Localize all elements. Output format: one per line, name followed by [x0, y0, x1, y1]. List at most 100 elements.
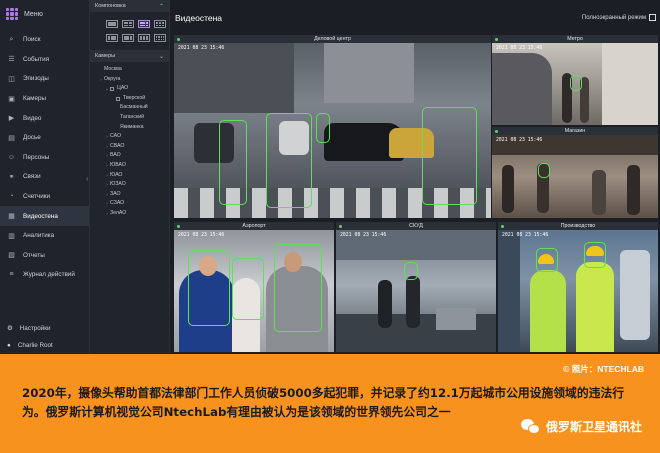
sidebar-item-camera[interactable]: ▣ Камеры — [0, 89, 89, 109]
camera-feed — [336, 230, 496, 352]
menu-label: Меню — [24, 10, 43, 18]
tree-checkbox[interactable] — [116, 96, 120, 101]
sidebar-item-dossier[interactable]: ▤ Досье — [0, 128, 89, 148]
tile-title: СКУД — [336, 222, 496, 230]
sidebar-item-analytics[interactable]: ▥ Аналитика — [0, 226, 89, 246]
camera-tile-production[interactable]: Производство 2021 08 23 15:46 — [498, 222, 658, 352]
detection-box — [422, 107, 477, 205]
sidebar-item-label: Журнал действий — [23, 271, 75, 279]
camera-tree-item[interactable]: › СЗАО — [90, 199, 169, 209]
online-status-dot — [495, 129, 498, 133]
camera-tree-item[interactable]: Москва — [90, 65, 169, 75]
sidebar-item-search[interactable]: ⌕ Поиск — [0, 30, 89, 50]
camera-feed — [498, 230, 658, 352]
user-icon: ● — [7, 342, 11, 349]
sidebar-item-links[interactable]: ⚭ Связи — [0, 167, 89, 187]
collapse-sidebar-icon[interactable]: ‹ — [86, 176, 88, 183]
layout-3x3-button[interactable] — [154, 20, 166, 28]
tile-timestamp: 2021 08 23 15:46 — [496, 46, 543, 51]
detection-box — [316, 113, 330, 143]
fullscreen-label: Полноэкранный режим — [581, 14, 646, 21]
camera-tree-label: ВАО — [110, 152, 121, 159]
layout-side-right-button[interactable] — [122, 34, 134, 42]
counters-icon: ◔ — [9, 193, 14, 201]
sidebar-item-events[interactable]: ☰ События — [0, 50, 89, 70]
camera-tree-item[interactable]: › СВАО — [90, 142, 169, 152]
layout-side-button[interactable] — [106, 34, 118, 42]
camera-tree-item[interactable]: › ВАО — [90, 151, 169, 161]
sidebar-item-episodes[interactable]: ◫ Эпизоды — [0, 69, 89, 89]
sidebar-item-label: Поиск — [23, 36, 41, 44]
camera-tree-item[interactable]: › ЮАО — [90, 171, 169, 181]
tree-checkbox[interactable] — [110, 86, 114, 91]
camera-tree-item[interactable]: › САО — [90, 132, 169, 142]
camera-tree-item[interactable]: Якиманка — [90, 123, 169, 133]
tile-title: Производство — [498, 222, 658, 230]
chevron-up-icon: ⌃ — [158, 3, 164, 10]
camera-tree-item[interactable]: › ЮВАО — [90, 161, 169, 171]
camera-icon: ▣ — [8, 95, 15, 103]
detection-box — [570, 75, 582, 91]
sidebar-item-video[interactable]: ▶ Видео — [0, 108, 89, 128]
camera-tile-metro[interactable]: Метро 2021 08 23 15:46 — [492, 35, 658, 125]
camera-tile-shop[interactable]: Магазин 2021 08 23 15:46 — [492, 127, 658, 218]
sidebar-item-label: Камеры — [23, 95, 47, 103]
sidebar-item-label: Видеостена — [23, 212, 58, 220]
video-wall: Видеостена Полноэкранный режим Деловой ц… — [171, 0, 660, 354]
menu-button[interactable]: Меню — [0, 0, 89, 30]
sidebar-item-videowall[interactable]: ▦ Видеостена — [0, 206, 89, 226]
sidebar-item-log[interactable]: ≡ Журнал действий — [0, 265, 89, 285]
camera-tree-item[interactable]: Басманный — [90, 103, 169, 113]
camera-tree-item[interactable]: › ЗАО — [90, 190, 169, 200]
layout-4x4-button[interactable] — [154, 34, 166, 42]
camera-tree-item[interactable]: › ЗелАО — [90, 209, 169, 219]
detection-box — [219, 120, 247, 205]
sidebar-item-persons[interactable]: ☺ Персоны — [0, 148, 89, 168]
camera-tree-label: ЮВАО — [110, 161, 126, 168]
camera-tree-label: ЗАО — [110, 190, 121, 197]
chevron-down-icon: ⌄ — [158, 53, 164, 60]
camera-tile-airport[interactable]: Аэропорт 2021 08 23 15:46 — [174, 222, 334, 352]
chat-bubbles-icon — [520, 418, 541, 435]
camera-tile-business-center[interactable]: Деловой центр 2021 08 23 15:46 — [174, 35, 491, 218]
layout-1x1-button[interactable] — [106, 20, 118, 28]
layout-strip-button[interactable] — [138, 34, 150, 42]
detection-box — [274, 244, 322, 332]
camera-tree-label: САО — [110, 133, 122, 140]
camera-tree: Москва › Округа ⌄ ЦАО Тверской Басманный Таганс… — [90, 62, 169, 219]
dossier-icon: ▤ — [8, 134, 15, 142]
layout-panel-header[interactable]: Компоновка ⌃ — [90, 0, 169, 12]
tile-timestamp: 2021 08 23 15:46 — [502, 233, 549, 238]
sidebar: Меню ⌕ Поиск ☰ События ◫ Эпизоды ▣ Камеры ▶ Видео… — [0, 0, 90, 354]
camera-tree-item[interactable]: Таганский — [90, 113, 169, 123]
detection-box — [538, 163, 550, 178]
sidebar-item-label: События — [23, 55, 49, 63]
fullscreen-button[interactable]: Полноэкранный режим — [582, 14, 656, 21]
camera-tile-skud[interactable]: СКУД 2021 08 23 15:46 — [336, 222, 496, 352]
camera-tree-item[interactable]: ⌄ ЦАО — [90, 84, 169, 94]
fullscreen-icon — [649, 14, 656, 21]
camera-tree-item[interactable]: › ЮЗАО — [90, 180, 169, 190]
sidebar-item-counters[interactable]: ◔ Счетчики — [0, 187, 89, 207]
sidebar-footer: ⚙ Настройки ● Charlie Root — [0, 320, 90, 354]
caption-banner: © 照片：NTECHLAB 2020年，摄像头帮助首都法律部门工作人员侦破500… — [0, 354, 660, 453]
photo-credit: © 照片：NTECHLAB — [563, 364, 644, 374]
side-panel: Компоновка ⌃ Камеры ⌄ Москва › Округа ⌄ ЦАО Т… — [90, 0, 170, 354]
gear-icon: ⚙ — [7, 325, 13, 332]
app-grid-icon — [6, 8, 18, 20]
sidebar-item-label: Досье — [23, 134, 41, 142]
events-icon: ☰ — [8, 56, 15, 64]
analytics-icon: ▥ — [8, 232, 15, 240]
sidebar-item-reports[interactable]: ▧ Отчеты — [0, 246, 89, 266]
layout-2x2-button[interactable] — [122, 20, 134, 28]
video-icon: ▶ — [8, 115, 15, 123]
tile-timestamp: 2021 08 23 15:46 — [178, 233, 225, 238]
user-profile[interactable]: ● Charlie Root — [0, 337, 90, 354]
sidebar-item-settings[interactable]: ⚙ Настройки — [0, 320, 90, 337]
camera-tree-item[interactable]: Тверской — [90, 94, 169, 104]
camera-tree-item[interactable]: › Округа — [90, 75, 169, 85]
layout-1plus5-button[interactable] — [138, 20, 150, 28]
cameras-panel-title: Камеры — [95, 53, 116, 59]
cameras-panel-header[interactable]: Камеры ⌄ — [90, 50, 169, 62]
camera-tree-label: ЮАО — [110, 171, 123, 178]
